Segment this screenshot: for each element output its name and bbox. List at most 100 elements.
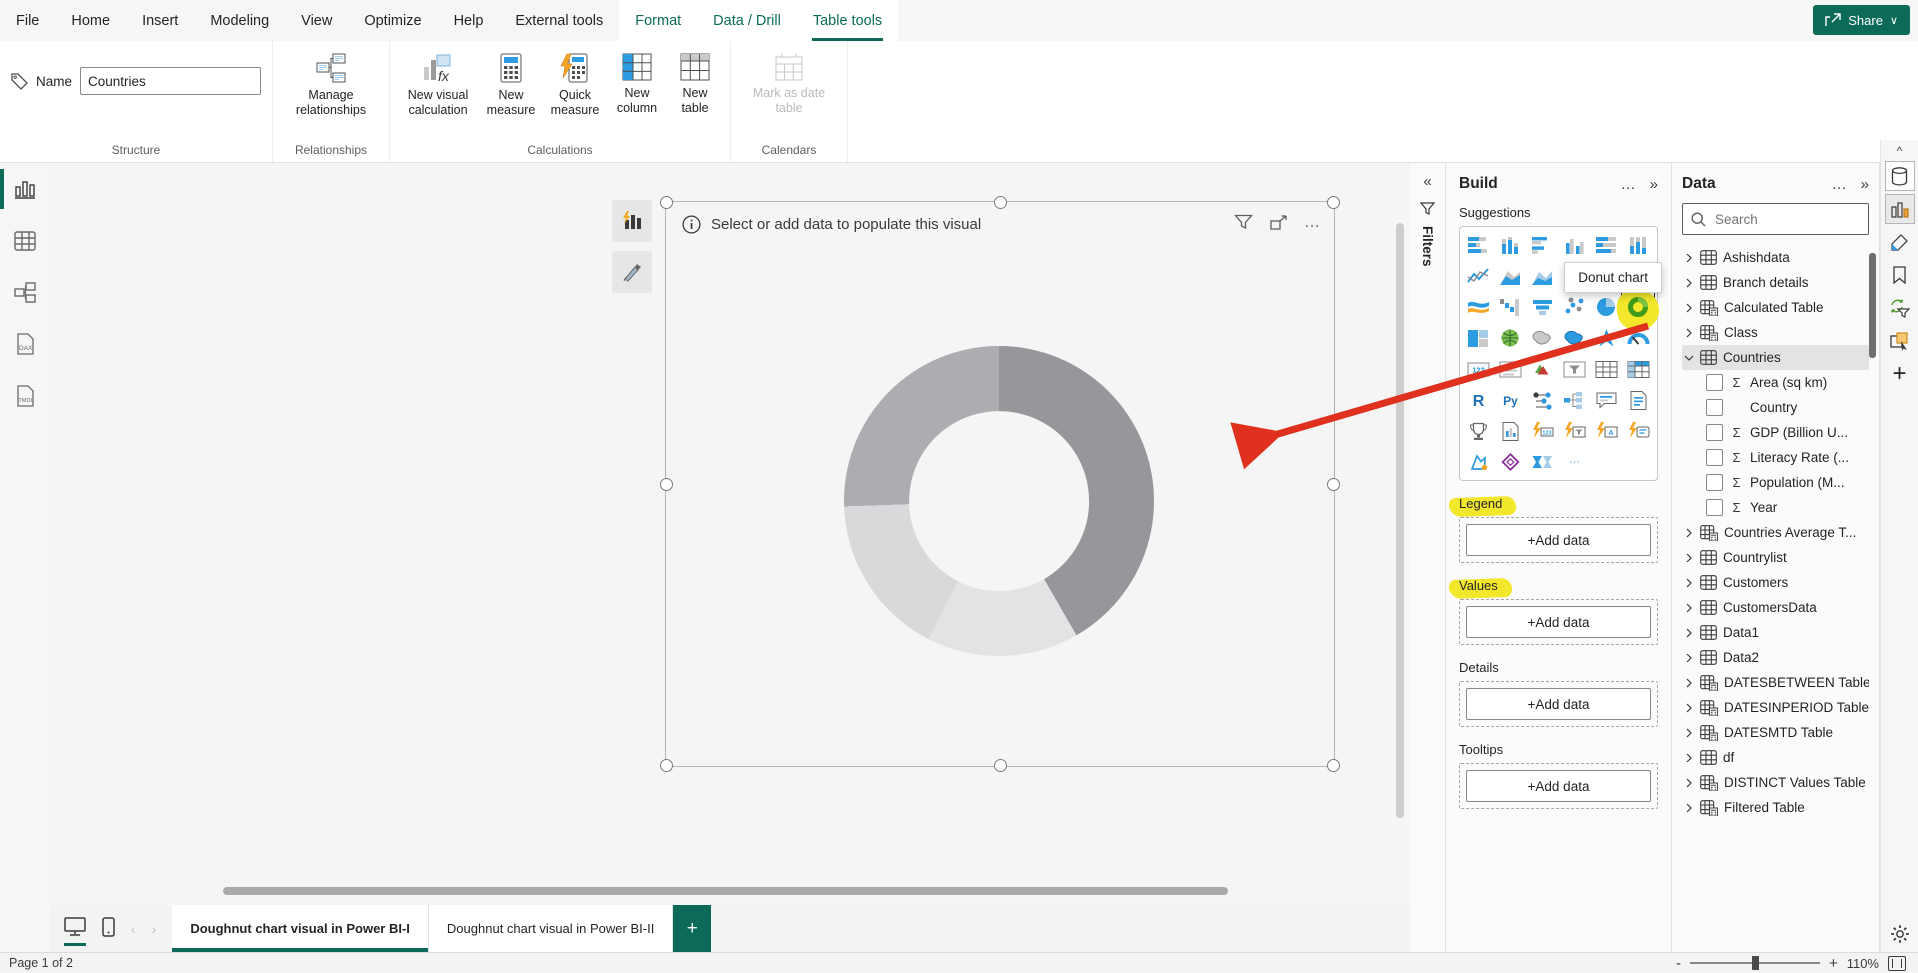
data-more-options-icon[interactable]: …	[1832, 176, 1847, 193]
resize-handle-top-left[interactable]	[660, 196, 673, 209]
smart-narrative-icon[interactable]	[1622, 386, 1654, 414]
field-checkbox[interactable]	[1706, 474, 1723, 491]
ribbon-tab-format[interactable]: Format	[619, 0, 697, 41]
more-visuals-icon[interactable]: ···	[1559, 448, 1591, 476]
table-icon[interactable]	[1590, 355, 1622, 383]
clustered-bar-chart-icon[interactable]	[1527, 231, 1559, 259]
values-add-data-button[interactable]: +Add data	[1466, 606, 1651, 638]
zoom-slider-thumb[interactable]	[1752, 956, 1759, 970]
chevron-right-icon[interactable]	[1684, 653, 1694, 663]
scatter-chart-icon[interactable]	[1559, 293, 1591, 321]
table-row-calculated-table[interactable]: Calculated Table	[1682, 295, 1869, 320]
page-tab-2[interactable]: Doughnut chart visual in Power BI-II	[429, 905, 673, 952]
gauge-icon[interactable]	[1622, 324, 1654, 352]
table-row-countries[interactable]: Countries	[1682, 345, 1869, 370]
chevron-right-icon[interactable]	[1684, 528, 1694, 538]
table-row-class[interactable]: Class	[1682, 320, 1869, 345]
more-options-icon[interactable]: …	[1304, 218, 1322, 228]
table-row-datesinperiod-table[interactable]: DATESINPERIOD Table	[1682, 695, 1869, 720]
zoom-out-icon[interactable]: -	[1676, 955, 1681, 972]
sidebar-item-table-view[interactable]	[0, 215, 50, 267]
field-checkbox[interactable]	[1706, 399, 1723, 416]
field-checkbox[interactable]	[1706, 449, 1723, 466]
multi-row-card-icon[interactable]	[1495, 355, 1527, 383]
ribbon-chart-icon[interactable]	[1463, 293, 1495, 321]
table-row-ashishdata[interactable]: Ashishdata	[1682, 245, 1869, 270]
new-visual-calculation-button[interactable]: fx New visual calculation	[402, 49, 474, 118]
canvas-vertical-scrollbar[interactable]	[1396, 223, 1404, 818]
waterfall-chart-icon[interactable]	[1495, 293, 1527, 321]
custom-visual-icon[interactable]	[1495, 448, 1527, 476]
zoom-in-icon[interactable]: +	[1829, 955, 1838, 972]
strip-sync-slicers-icon[interactable]	[1885, 293, 1915, 323]
line-chart-icon[interactable]	[1463, 262, 1495, 290]
table-name-input[interactable]	[80, 67, 261, 95]
resize-handle-middle-right[interactable]	[1327, 478, 1340, 491]
table-row-customers[interactable]: Customers	[1682, 570, 1869, 595]
settings-gear-icon[interactable]	[1881, 924, 1918, 944]
visual-filter-icon[interactable]	[1234, 214, 1253, 231]
field-row-gdp-billion-u-[interactable]: ΣGDP (Billion U...	[1682, 420, 1869, 445]
sidebar-item-tmdl-view[interactable]: TMDL	[0, 371, 50, 423]
pie-chart-icon[interactable]	[1590, 293, 1622, 321]
area-chart-icon[interactable]	[1495, 262, 1527, 290]
strip-selection-icon[interactable]	[1885, 326, 1915, 356]
page-tab-1[interactable]: Doughnut chart visual in Power BI-I	[172, 905, 429, 952]
table-row-datesmtd-table[interactable]: DATESMTD Table	[1682, 720, 1869, 745]
desktop-layout-icon[interactable]	[64, 917, 86, 940]
new-slicer-icon[interactable]	[1559, 417, 1591, 445]
decomposition-tree-icon[interactable]	[1559, 386, 1591, 414]
search-input[interactable]	[1713, 211, 1880, 228]
resize-handle-bottom-center[interactable]	[994, 759, 1007, 772]
r-script-visual-icon[interactable]: R	[1463, 386, 1495, 414]
donut-chart-icon[interactable]	[1622, 293, 1654, 321]
text-slicer-icon[interactable]: A	[1590, 417, 1622, 445]
stacked-area-chart-icon[interactable]	[1527, 262, 1559, 290]
map-icon[interactable]	[1495, 324, 1527, 352]
zoom-slider[interactable]	[1690, 962, 1820, 964]
table-row-countries-average-t-[interactable]: Countries Average T...	[1682, 520, 1869, 545]
strip-format-pane-icon[interactable]	[1885, 227, 1915, 257]
ribbon-tab-view[interactable]: View	[285, 0, 348, 41]
chevron-right-icon[interactable]	[1684, 703, 1694, 713]
legend-add-data-button[interactable]: +Add data	[1466, 524, 1651, 556]
chevron-right-icon[interactable]	[1684, 303, 1694, 313]
chevron-down-icon[interactable]	[1684, 353, 1694, 363]
power-apps-icon[interactable]	[1463, 448, 1495, 476]
mobile-layout-icon[interactable]	[102, 917, 115, 941]
new-measure-button[interactable]: New measure	[484, 49, 538, 118]
chevron-right-icon[interactable]	[1684, 778, 1694, 788]
chevron-right-icon[interactable]	[1684, 603, 1694, 613]
strip-chevron-up-icon[interactable]: ^	[1885, 142, 1915, 160]
share-button[interactable]: Share ∨	[1813, 5, 1910, 35]
matrix-icon[interactable]	[1622, 355, 1654, 383]
azure-map-icon[interactable]	[1590, 324, 1622, 352]
100-stacked-column-chart-icon[interactable]	[1622, 231, 1654, 259]
tooltips-add-data-button[interactable]: +Add data	[1466, 770, 1651, 802]
field-row-year[interactable]: ΣYear	[1682, 495, 1869, 520]
ribbon-tab-external-tools[interactable]: External tools	[499, 0, 619, 41]
ribbon-tab-table-tools[interactable]: Table tools	[797, 0, 898, 41]
clustered-column-chart-icon[interactable]	[1559, 231, 1591, 259]
search-box[interactable]	[1682, 203, 1869, 235]
table-row-branch-details[interactable]: Branch details	[1682, 270, 1869, 295]
chevron-right-icon[interactable]	[1684, 253, 1694, 263]
treemap-icon[interactable]	[1463, 324, 1495, 352]
chevron-right-icon[interactable]	[1684, 553, 1694, 563]
build-collapse-icon[interactable]: »	[1650, 176, 1658, 193]
table-row-data2[interactable]: Data2	[1682, 645, 1869, 670]
expand-filters-icon[interactable]: «	[1423, 173, 1431, 190]
field-checkbox[interactable]	[1706, 374, 1723, 391]
card-icon[interactable]: 123	[1463, 355, 1495, 383]
slicer-icon[interactable]	[1559, 355, 1591, 383]
power-automate-icon[interactable]	[1527, 448, 1559, 476]
quick-measure-button[interactable]: Quick measure	[548, 49, 602, 118]
chevron-right-icon[interactable]	[1684, 328, 1694, 338]
python-visual-icon[interactable]: Py	[1495, 386, 1527, 414]
strip-data-pane-icon[interactable]	[1885, 161, 1915, 191]
report-canvas[interactable]: Select or add data to populate this visu…	[50, 163, 1410, 905]
resize-handle-top-center[interactable]	[994, 196, 1007, 209]
metrics-icon[interactable]	[1463, 417, 1495, 445]
resize-handle-middle-left[interactable]	[660, 478, 673, 491]
chevron-right-icon[interactable]	[1684, 803, 1694, 813]
